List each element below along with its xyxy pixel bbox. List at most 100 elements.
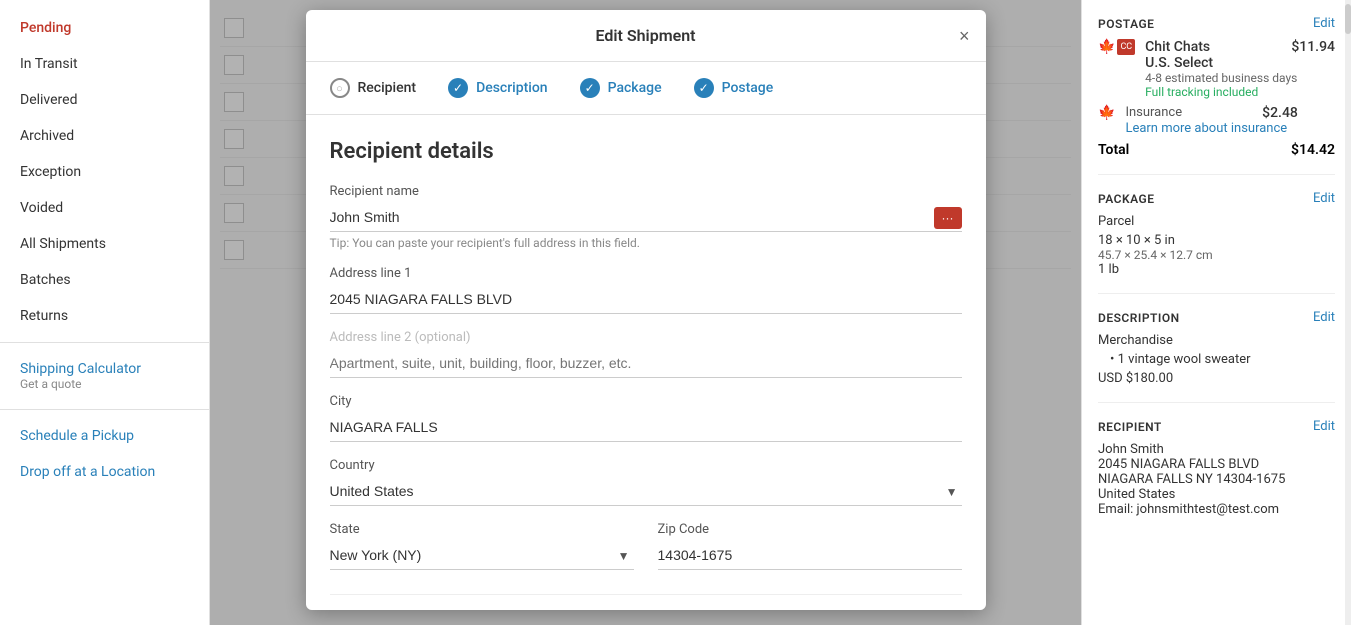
step-description[interactable]: ✓ Description (448, 78, 548, 98)
modal-header: Edit Shipment × (306, 10, 986, 62)
scrollbar-thumb[interactable] (1345, 4, 1351, 34)
sidebar-divider-2 (0, 409, 209, 410)
step-package-label: Package (608, 80, 662, 96)
zip-group: Zip Code (658, 522, 962, 570)
recipient-header-row: RECIPIENT Edit (1098, 419, 1335, 434)
canada-leaf-icon: 🍁 (1098, 39, 1115, 55)
city-label: City (330, 394, 962, 409)
city-input[interactable] (330, 413, 962, 442)
step-postage-label: Postage (722, 80, 774, 96)
postage-header-row: POSTAGE Edit (1098, 16, 1335, 31)
insurance-item: 🍁 Insurance $2.48 Learn more about insur… (1098, 105, 1335, 136)
sidebar-item-pending[interactable]: Pending (0, 10, 209, 46)
sidebar-item-batches[interactable]: Batches (0, 262, 209, 298)
package-header-row: PACKAGE Edit (1098, 191, 1335, 206)
recipient-name-group: Recipient name ··· Tip: You can paste yo… (330, 184, 962, 250)
package-dimensions-metric: 45.7 × 25.4 × 12.7 cm (1098, 248, 1335, 262)
shipping-calculator-label: Shipping Calculator (20, 361, 189, 377)
main-area: Pay for Ship... Edit Shipment × ○ Recipi… (210, 0, 1081, 625)
recipient-name: John Smith (1098, 442, 1335, 457)
step-package[interactable]: ✓ Package (580, 78, 662, 98)
sidebar: Pending In Transit Delivered Archived Ex… (0, 0, 210, 625)
country-select-wrapper: United States ▼ (330, 477, 962, 506)
recipient-edit-link[interactable]: Edit (1313, 419, 1335, 434)
sidebar-item-returns[interactable]: Returns (0, 298, 209, 334)
sidebar-item-in-transit[interactable]: In Transit (0, 46, 209, 82)
package-edit-link[interactable]: Edit (1313, 191, 1335, 206)
postage-section-title: POSTAGE (1098, 17, 1154, 31)
step-recipient[interactable]: ○ Recipient (330, 78, 417, 98)
insurance-link[interactable]: Learn more about insurance (1125, 121, 1297, 136)
modal-close-button[interactable]: × (959, 27, 970, 45)
postage-section: POSTAGE Edit 🍁 CC Chit Chats U.S. Select… (1098, 16, 1335, 175)
step-description-icon: ✓ (448, 78, 468, 98)
insurance-info: Insurance $2.48 Learn more about insuran… (1125, 105, 1297, 136)
carrier-tracking: Full tracking included (1145, 85, 1335, 99)
recipient-address2: NIAGARA FALLS NY 14304-1675 (1098, 472, 1335, 487)
recipient-tip: Tip: You can paste your recipient's full… (330, 236, 962, 250)
carrier-icons: 🍁 CC (1098, 39, 1135, 55)
sidebar-item-all-shipments[interactable]: All Shipments (0, 226, 209, 262)
state-select[interactable]: New York (NY) (330, 541, 634, 570)
description-section: DESCRIPTION Edit Merchandise 1 vintage w… (1098, 310, 1335, 403)
country-select[interactable]: United States (330, 477, 962, 506)
sidebar-item-archived[interactable]: Archived (0, 118, 209, 154)
phone-section[interactable]: ··· Phone number (optional) (330, 594, 962, 610)
state-select-wrapper: New York (NY) ▼ (330, 541, 634, 570)
recipient-name-input[interactable] (330, 203, 962, 232)
right-panel: POSTAGE Edit 🍁 CC Chit Chats U.S. Select… (1081, 0, 1351, 625)
sidebar-item-delivered[interactable]: Delivered (0, 82, 209, 118)
address1-input[interactable] (330, 285, 962, 314)
recipient-more-button[interactable]: ··· (934, 207, 962, 229)
total-row: Total $14.42 (1098, 142, 1335, 158)
step-recipient-label: Recipient (358, 80, 417, 96)
package-type: Parcel (1098, 214, 1335, 229)
modal-overlay: Edit Shipment × ○ Recipient ✓ Descriptio… (210, 0, 1081, 625)
zip-col: Zip Code (658, 522, 962, 586)
carrier-info: Chit Chats U.S. Select $11.94 4-8 estima… (1145, 39, 1335, 99)
package-section-title: PACKAGE (1098, 192, 1155, 206)
carrier-days: 4-8 estimated business days (1145, 71, 1335, 85)
address1-label: Address line 1 (330, 266, 962, 281)
postage-edit-link[interactable]: Edit (1313, 16, 1335, 31)
total-value: $14.42 (1291, 142, 1335, 158)
zip-input[interactable] (658, 541, 962, 570)
recipient-address1: 2045 NIAGARA FALLS BLVD (1098, 457, 1335, 472)
scrollbar-track (1345, 0, 1351, 625)
address1-group: Address line 1 (330, 266, 962, 314)
package-weight: 1 lb (1098, 262, 1335, 277)
sidebar-item-schedule-pickup[interactable]: Schedule a Pickup (0, 418, 209, 454)
state-group: State New York (NY) ▼ (330, 522, 634, 570)
recipient-name-input-wrapper: ··· (330, 203, 962, 232)
sidebar-item-dropoff[interactable]: Drop off at a Location (0, 454, 209, 490)
shipping-calculator-sub: Get a quote (20, 377, 189, 391)
postage-carrier-item: 🍁 CC Chit Chats U.S. Select $11.94 4-8 e… (1098, 39, 1335, 99)
address2-input[interactable] (330, 349, 962, 378)
insurance-label: Insurance (1125, 105, 1182, 121)
section-title: Recipient details (330, 139, 962, 164)
modal-body: Recipient details Recipient name ··· Tip… (306, 115, 986, 610)
state-col: State New York (NY) ▼ (330, 522, 634, 586)
recipient-country: United States (1098, 487, 1335, 502)
total-label: Total (1098, 142, 1129, 158)
address2-label: Address line 2 (optional) (330, 330, 962, 345)
recipient-section-title: RECIPIENT (1098, 420, 1162, 434)
country-label: Country (330, 458, 962, 473)
sidebar-divider (0, 342, 209, 343)
step-description-label: Description (476, 80, 548, 96)
recipient-email: Email: johnsmithtest@test.com (1098, 502, 1335, 517)
carrier-name-price: Chit Chats U.S. Select $11.94 (1145, 39, 1335, 71)
sidebar-item-exception[interactable]: Exception (0, 154, 209, 190)
state-label: State (330, 522, 634, 537)
description-type: Merchandise (1098, 333, 1335, 348)
sidebar-item-shipping-calculator[interactable]: Shipping Calculator Get a quote (0, 351, 209, 401)
description-edit-link[interactable]: Edit (1313, 310, 1335, 325)
zip-label: Zip Code (658, 522, 962, 537)
insurance-label-price: Insurance $2.48 (1125, 105, 1297, 121)
chit-chats-badge: CC (1117, 39, 1135, 55)
step-postage[interactable]: ✓ Postage (694, 78, 774, 98)
description-item: 1 vintage wool sweater (1098, 352, 1335, 367)
sidebar-item-voided[interactable]: Voided (0, 190, 209, 226)
step-recipient-icon: ○ (330, 78, 350, 98)
wizard-steps: ○ Recipient ✓ Description ✓ Package ✓ Po… (306, 62, 986, 115)
